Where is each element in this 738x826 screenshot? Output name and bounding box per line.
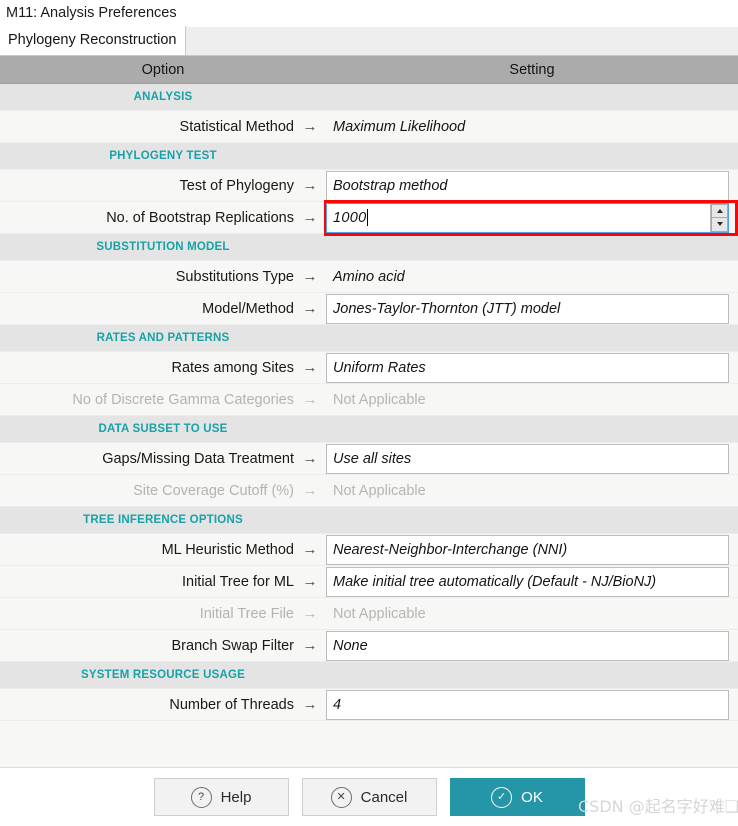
setting-value[interactable]: Amino acid xyxy=(326,262,729,292)
option-label: Number of Threads xyxy=(169,696,294,713)
setting-value[interactable]: Nearest-Neighbor-Interchange (NNI) xyxy=(326,534,729,565)
settings-row: Site Coverage Cutoff (%) → Not Applicable xyxy=(0,475,738,507)
section-header: SYSTEM RESOURCE USAGE xyxy=(0,662,738,689)
option-label: Substitutions Type xyxy=(175,268,294,285)
chevron-down-icon xyxy=(716,222,723,227)
spinner-value: 1000 xyxy=(333,209,367,226)
help-button-label: Help xyxy=(220,788,252,806)
cancel-button[interactable]: ✕ Cancel xyxy=(301,778,437,816)
section-header: DATA SUBSET TO USE xyxy=(0,416,738,443)
option-label: Test of Phylogeny xyxy=(179,177,294,194)
spinner-decrement-button[interactable] xyxy=(711,218,728,232)
bootstrap-replications-spinner[interactable]: 1000 xyxy=(326,202,729,233)
right-arrow-icon: → xyxy=(302,573,318,590)
spinner-increment-button[interactable] xyxy=(711,203,728,218)
dialog-footer: ? Help ✕ Cancel ✓ OK xyxy=(0,767,738,826)
tab-strip-filler xyxy=(186,31,738,55)
right-arrow-icon: → xyxy=(302,268,318,285)
settings-row: Initial Tree for ML → Make initial tree au… xyxy=(0,566,738,598)
setting-value-disabled: Not Applicable xyxy=(333,391,426,408)
section-title: SUBSTITUTION MODEL xyxy=(96,241,230,253)
option-label: No. of Bootstrap Replications xyxy=(106,209,294,226)
right-arrow-icon: → xyxy=(302,118,318,135)
help-button[interactable]: ? Help xyxy=(153,778,289,816)
setting-value-disabled: Not Applicable xyxy=(333,482,426,499)
text-caret xyxy=(367,209,369,226)
section-title: DATA SUBSET TO USE xyxy=(98,423,228,435)
preferences-window: M11: Analysis Preferences Phylogeny Reco… xyxy=(0,0,738,826)
ok-button-label: OK xyxy=(521,788,543,806)
section-header: RATES AND PATTERNS xyxy=(0,325,738,352)
settings-row: Substitutions Type → Amino acid xyxy=(0,261,738,293)
table-header: Option Setting xyxy=(0,56,738,84)
section-header: TREE INFERENCE OPTIONS xyxy=(0,507,738,534)
section-header: PHYLOGENY TEST xyxy=(0,143,738,170)
section-title: RATES AND PATTERNS xyxy=(96,332,230,344)
setting-value[interactable]: 4 xyxy=(326,689,729,720)
option-label: Branch Swap Filter xyxy=(171,637,295,654)
setting-value[interactable]: Use all sites xyxy=(326,443,729,474)
settings-row: No of Discrete Gamma Categories → Not Appl… xyxy=(0,384,738,416)
tab-strip: Phylogeny Reconstruction xyxy=(0,26,738,56)
option-label: Site Coverage Cutoff (%) xyxy=(133,482,294,499)
settings-row: Test of Phylogeny → Bootstrap method xyxy=(0,170,738,202)
right-arrow-icon: → xyxy=(302,177,318,194)
column-header-setting: Setting xyxy=(509,62,555,78)
option-label: Initial Tree File xyxy=(199,605,294,622)
settings-row: Statistical Method → Maximum Likelihood xyxy=(0,111,738,143)
option-label: Initial Tree for ML xyxy=(181,573,294,590)
right-arrow-icon: → xyxy=(302,637,318,654)
right-arrow-icon: → xyxy=(302,209,318,226)
close-x-icon: ✕ xyxy=(330,786,352,808)
option-label: Statistical Method xyxy=(179,118,294,135)
section-header: SUBSTITUTION MODEL xyxy=(0,234,738,261)
right-arrow-icon: → xyxy=(302,482,318,499)
setting-value[interactable]: None xyxy=(326,630,729,661)
option-label: Gaps/Missing Data Treatment xyxy=(102,450,294,467)
setting-value[interactable]: Make initial tree automatically (Default… xyxy=(326,566,729,597)
chevron-up-icon xyxy=(716,208,723,213)
settings-row: Rates among Sites → Uniform Rates xyxy=(0,352,738,384)
window-title: M11: Analysis Preferences xyxy=(0,0,738,27)
setting-value[interactable]: Maximum Likelihood xyxy=(326,112,729,142)
setting-value[interactable]: Uniform Rates xyxy=(326,352,729,383)
section-header: ANALYSIS xyxy=(0,84,738,111)
question-mark-icon: ? xyxy=(190,786,212,808)
tab-phylogeny-reconstruction[interactable]: Phylogeny Reconstruction xyxy=(0,26,187,55)
settings-row: Branch Swap Filter → None xyxy=(0,630,738,662)
settings-row: ML Heuristic Method → Nearest-Neighbor-Int… xyxy=(0,534,738,566)
option-label: ML Heuristic Method xyxy=(161,541,294,558)
check-circle-icon: ✓ xyxy=(491,786,513,808)
option-label: No of Discrete Gamma Categories xyxy=(72,391,294,408)
right-arrow-icon: → xyxy=(302,359,318,376)
bootstrap-replications-input[interactable]: 1000 xyxy=(327,204,710,232)
section-title: TREE INFERENCE OPTIONS xyxy=(83,514,243,526)
settings-row: Gaps/Missing Data Treatment → Use all site… xyxy=(0,443,738,475)
right-arrow-icon: → xyxy=(302,605,318,622)
setting-value[interactable]: Bootstrap method xyxy=(326,170,729,201)
ok-button[interactable]: ✓ OK xyxy=(449,778,585,816)
cancel-button-label: Cancel xyxy=(360,788,408,806)
right-arrow-icon: → xyxy=(302,300,318,317)
spinner-buttons xyxy=(710,203,728,232)
right-arrow-icon: → xyxy=(302,391,318,408)
right-arrow-icon: → xyxy=(302,696,318,713)
option-label: Model/Method xyxy=(202,300,294,317)
settings-row: Number of Threads → 4 xyxy=(0,689,738,721)
right-arrow-icon: → xyxy=(302,450,318,467)
section-title: ANALYSIS xyxy=(133,91,193,103)
section-title: SYSTEM RESOURCE USAGE xyxy=(81,669,245,681)
right-arrow-icon: → xyxy=(302,541,318,558)
settings-row: Initial Tree File → Not Applicable xyxy=(0,598,738,630)
option-label: Rates among Sites xyxy=(171,359,294,376)
setting-value[interactable]: Jones-Taylor-Thornton (JTT) model xyxy=(326,293,729,324)
setting-value-disabled: Not Applicable xyxy=(333,605,426,622)
settings-row: Model/Method → Jones-Taylor-Thornton (JTT)… xyxy=(0,293,738,325)
settings-table: ANALYSIS Statistical Method → Maximum Likel… xyxy=(0,84,738,767)
column-header-option: Option xyxy=(141,62,185,78)
settings-row: No. of Bootstrap Replications → 1000 xyxy=(0,200,738,236)
section-title: PHYLOGENY TEST xyxy=(109,150,217,162)
